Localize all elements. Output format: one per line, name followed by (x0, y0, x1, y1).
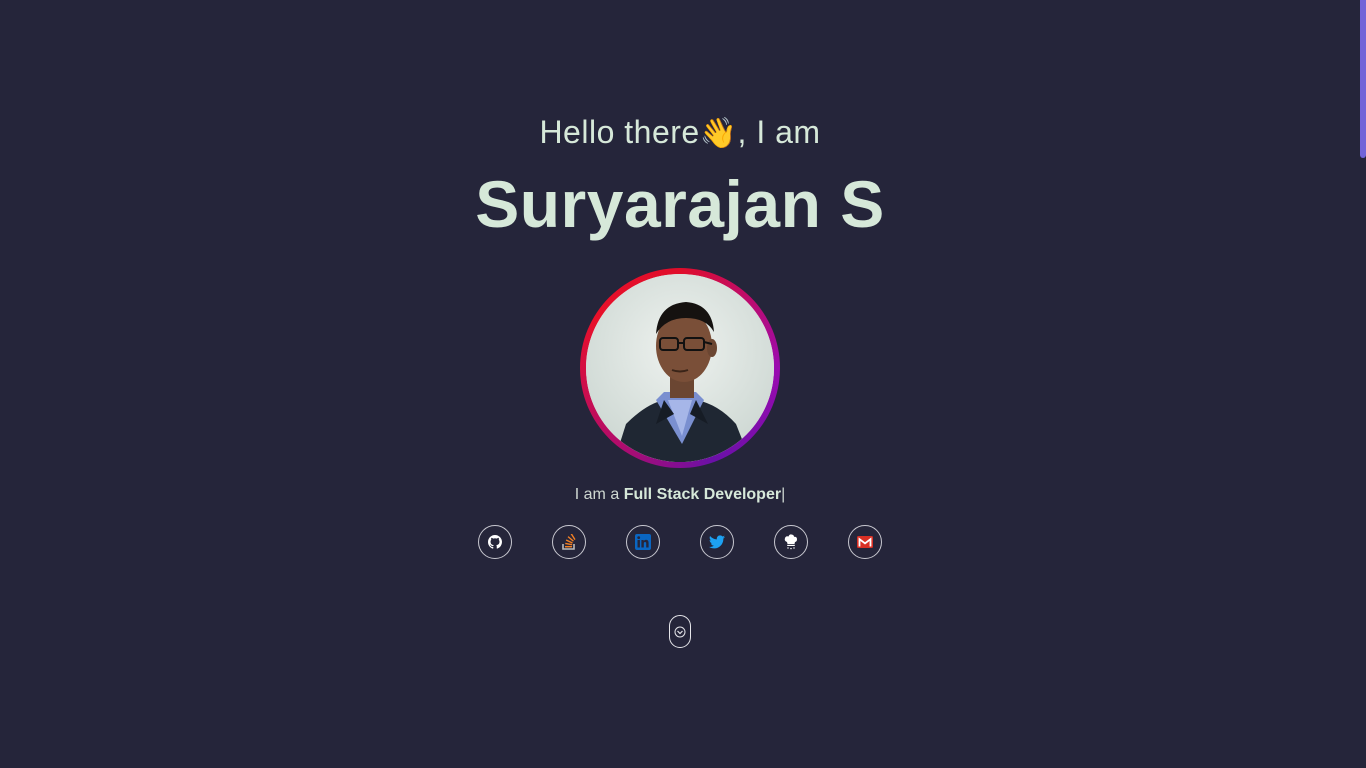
chef-hat-icon (784, 534, 797, 550)
twitter-icon (709, 535, 725, 549)
greeting-text: Hello there👋, I am (0, 112, 1360, 154)
github-link[interactable] (478, 525, 512, 559)
gmail-link[interactable] (848, 525, 882, 559)
typing-cursor: | (781, 486, 786, 503)
twitter-link[interactable] (700, 525, 734, 559)
gmail-icon (857, 536, 873, 548)
social-links (478, 525, 888, 561)
kaggle-link[interactable] (774, 525, 808, 559)
avatar-photo (586, 274, 774, 462)
linkedin-icon (635, 534, 651, 550)
stackoverflow-link[interactable] (552, 525, 586, 559)
hero-section: Hello there👋, I am Suryarajan S I am a F… (0, 0, 1360, 768)
linkedin-link[interactable] (626, 525, 660, 559)
scrollbar-thumb[interactable] (1360, 0, 1366, 158)
chevron-down-icon (674, 626, 686, 637)
waving-hand-icon: 👋 (699, 116, 738, 151)
page-title: Suryarajan S (475, 167, 885, 241)
avatar (586, 274, 774, 462)
scroll-down-button[interactable] (669, 615, 691, 648)
stackoverflow-icon (562, 534, 576, 550)
greeting-after: , I am (737, 114, 821, 150)
page: Hello there👋, I am Suryarajan S I am a F… (0, 0, 1366, 768)
tagline: I am a Full Stack Developer| (0, 484, 1360, 506)
github-icon (488, 535, 502, 549)
avatar-ring (580, 268, 780, 468)
tagline-role: Full Stack Developer (623, 486, 782, 503)
greeting-before: Hello there (539, 114, 700, 150)
scrollbar[interactable] (1360, 0, 1366, 768)
tagline-prefix: I am a (574, 486, 620, 503)
